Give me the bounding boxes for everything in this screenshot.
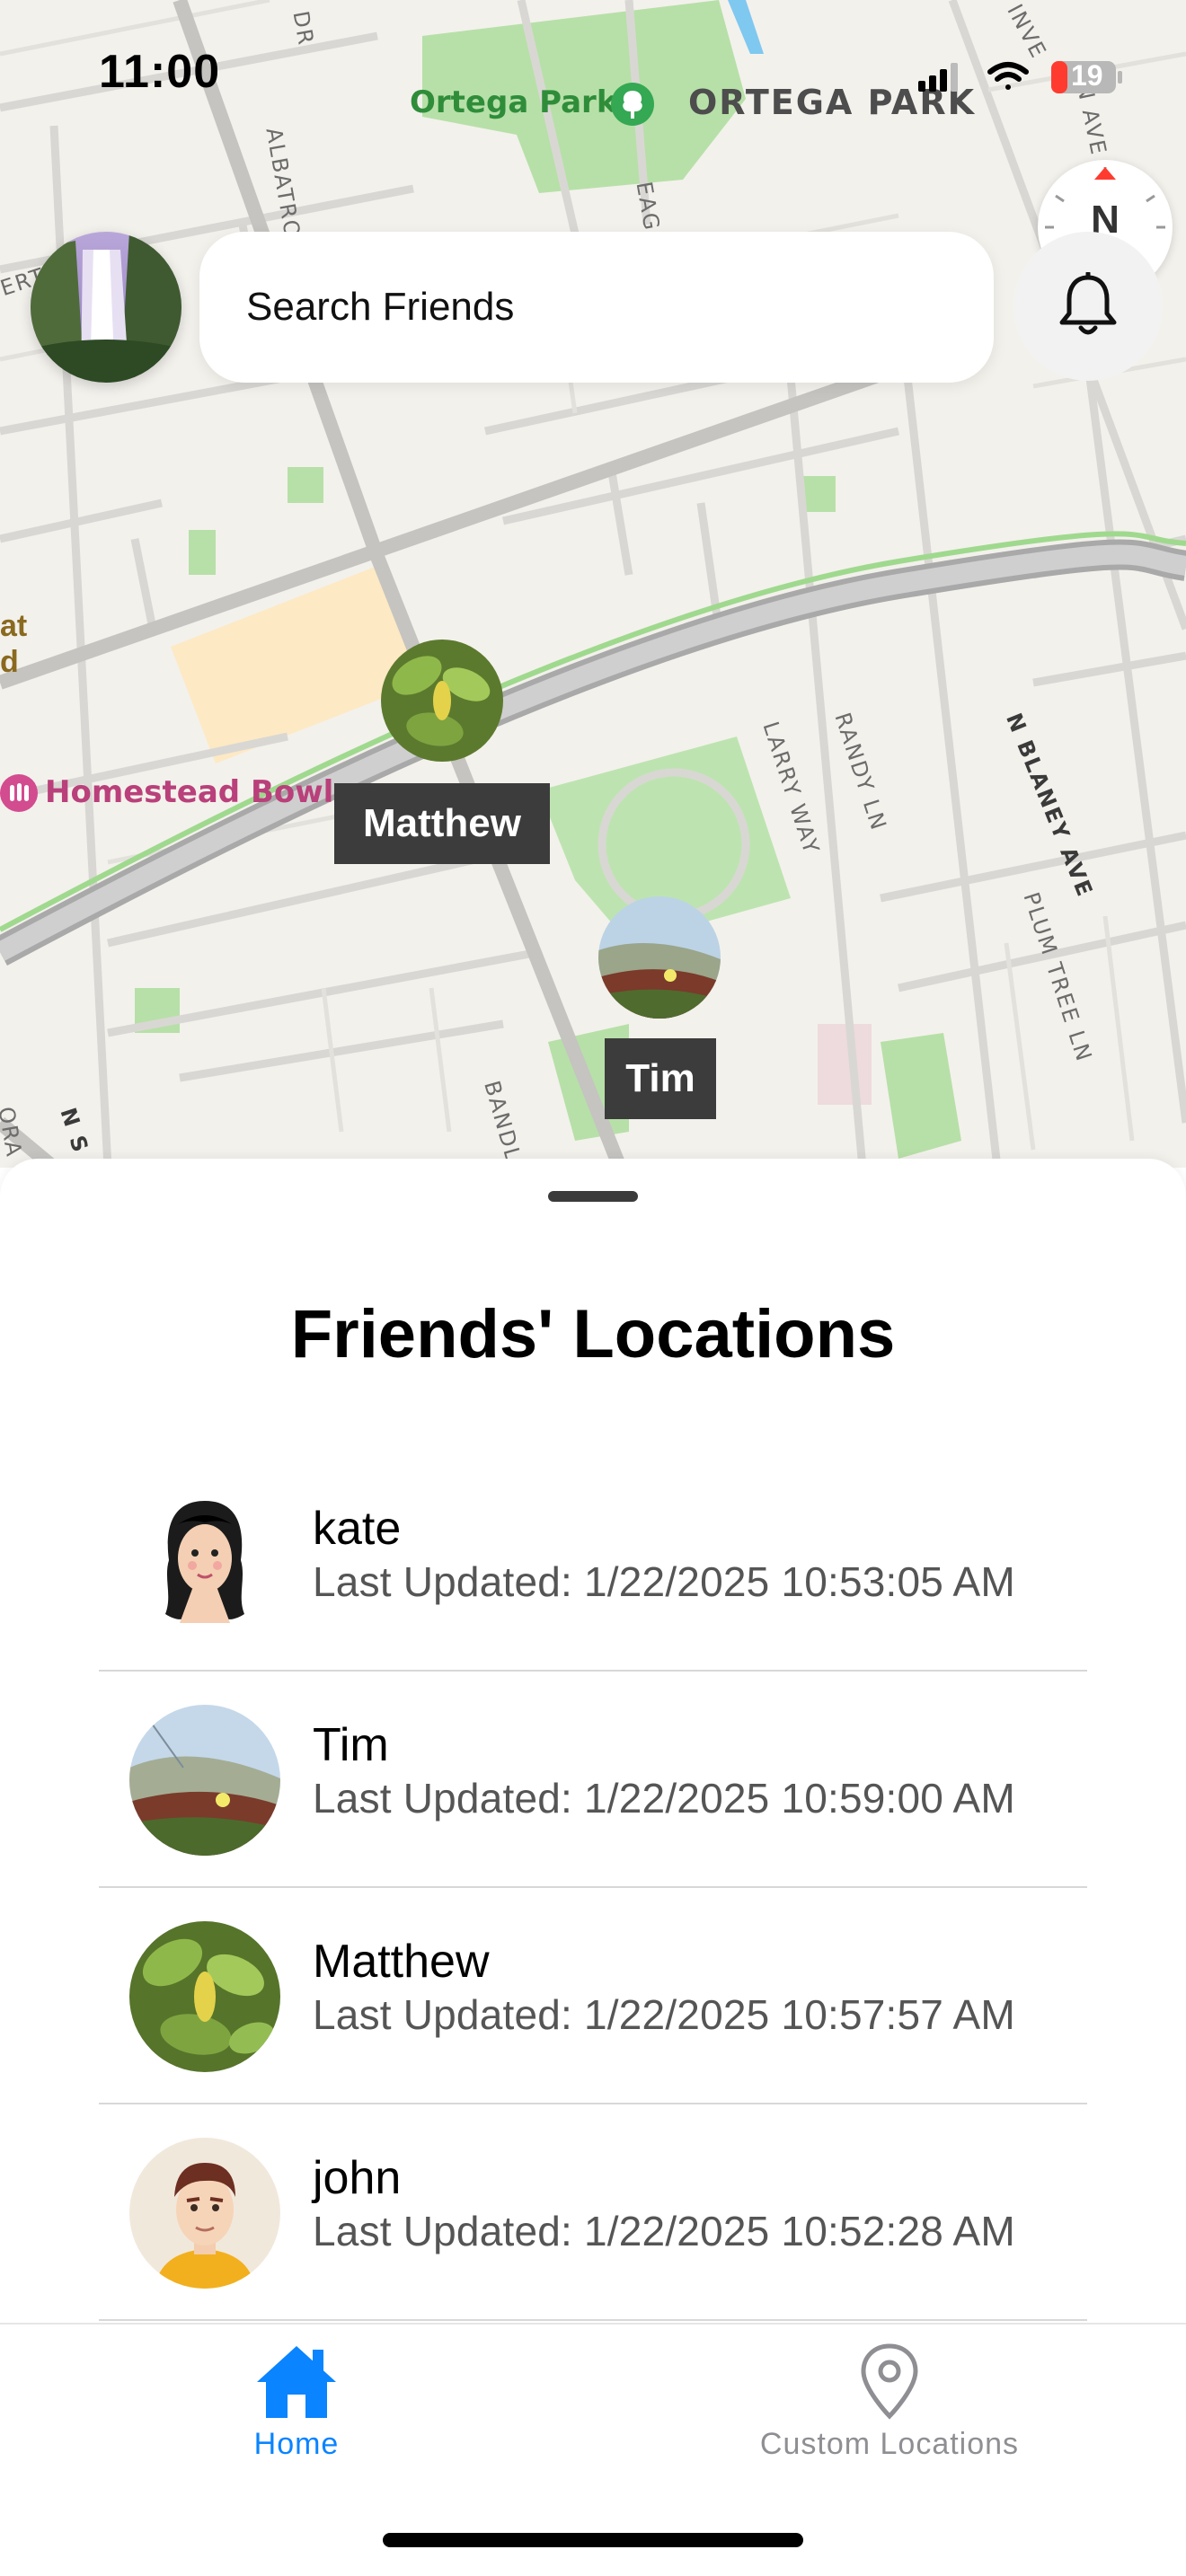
cartoon-woman-avatar-image [165, 1501, 244, 1623]
hillside-avatar-image [598, 896, 721, 1019]
leaves-avatar-image [381, 640, 503, 762]
friend-avatar-matthew [129, 1921, 280, 2072]
map-label-homestead-bowl[interactable]: Homestead Bowl [45, 774, 333, 810]
search-placeholder: Search Friends [246, 285, 515, 329]
waterfall-avatar-image [31, 232, 181, 383]
friend-row[interactable]: kate Last Updated: 1/22/2025 10:53:05 AM [99, 1455, 1087, 1672]
bell-icon [1059, 272, 1117, 335]
leaves-avatar-image [129, 1921, 280, 2072]
friend-last-updated: Last Updated: 1/22/2025 10:52:28 AM [313, 2208, 1015, 2254]
cartoon-man-avatar-image [129, 2138, 280, 2289]
friend-last-updated: Last Updated: 1/22/2025 10:59:00 AM [313, 1775, 1015, 1822]
home-indicator[interactable] [383, 2533, 803, 2547]
sheet-title: Friends' Locations [290, 1296, 896, 1372]
profile-avatar-button[interactable] [31, 232, 181, 383]
battery-percent: 19 [1071, 59, 1103, 92]
park-tree-icon [611, 83, 654, 126]
pin-label-matthew[interactable]: Matthew [334, 783, 550, 864]
wifi-icon [987, 62, 1029, 90]
friend-name: Tim [313, 1719, 389, 1771]
friend-avatar-kate [129, 1488, 280, 1639]
search-friends-input[interactable]: Search Friends [199, 232, 994, 383]
cellular-signal-icon [918, 63, 958, 92]
tab-custom-locations-label: Custom Locations [759, 2427, 1020, 2461]
map-label-ortega-park: Ortega Park [410, 84, 617, 120]
friend-row[interactable]: john Last Updated: 1/22/2025 10:52:28 AM [99, 2104, 1087, 2321]
friend-row[interactable]: Tim Last Updated: 1/22/2025 10:59:00 AM [99, 1672, 1087, 1888]
friend-name: Matthew [313, 1936, 490, 1988]
map-label-at: at [0, 609, 28, 643]
location-pin-icon [861, 2343, 918, 2420]
friend-last-updated: Last Updated: 1/22/2025 10:53:05 AM [313, 1558, 1015, 1605]
map-tiles [0, 0, 1186, 1168]
bowling-icon [0, 774, 38, 812]
pin-avatar-matthew[interactable] [381, 640, 503, 762]
house-icon [257, 2346, 336, 2418]
friend-name: john [313, 2152, 402, 2204]
friend-row[interactable]: Matthew Last Updated: 1/22/2025 10:57:57… [99, 1888, 1087, 2104]
sheet-grabber[interactable] [548, 1191, 638, 1202]
notifications-button[interactable] [1013, 232, 1163, 381]
tab-custom-locations[interactable]: Custom Locations [710, 2342, 1069, 2477]
friend-name: kate [313, 1503, 402, 1555]
status-icons: 19 [916, 54, 1132, 99]
map-label-d: d [0, 645, 19, 679]
friend-last-updated: Last Updated: 1/22/2025 10:57:57 AM [313, 1991, 1015, 2038]
status-time: 11:00 [99, 46, 221, 98]
friend-list: kate Last Updated: 1/22/2025 10:53:05 AM… [99, 1455, 1087, 2321]
pin-avatar-tim[interactable] [598, 896, 721, 1019]
friend-avatar-tim [129, 1705, 280, 1856]
pin-label-tim[interactable]: Tim [605, 1038, 716, 1119]
friend-avatar-john [129, 2138, 280, 2289]
tab-home[interactable]: Home [117, 2342, 476, 2477]
tab-home-label: Home [253, 2427, 340, 2461]
map-view[interactable]: Ortega Park ORTEGA PARK ALBATRO DR EAG E… [0, 0, 1186, 1168]
hillside-avatar-image [129, 1705, 280, 1856]
